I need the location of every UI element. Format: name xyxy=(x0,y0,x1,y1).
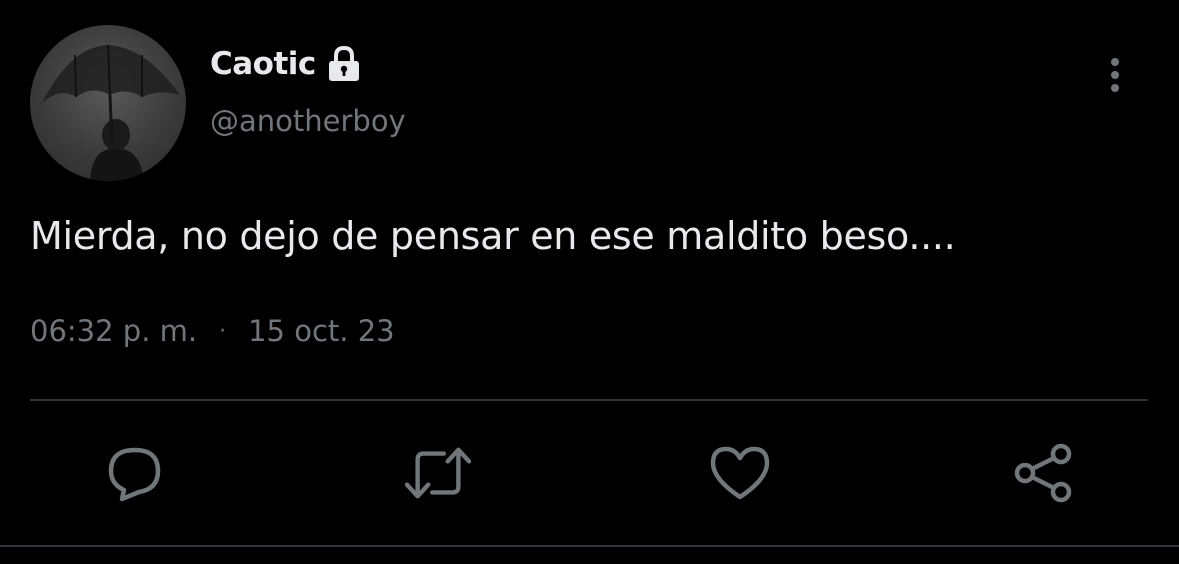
lock-icon xyxy=(324,45,364,83)
heart-icon xyxy=(710,446,770,500)
reply-icon xyxy=(108,447,161,502)
name-row: Caotic xyxy=(210,42,364,86)
display-name[interactable]: Caotic xyxy=(210,46,316,82)
retweet-button[interactable] xyxy=(405,440,471,506)
like-button[interactable] xyxy=(707,440,773,506)
tweet-timestamp: 06:32 p. m. · 15 oct. 23 xyxy=(30,314,395,348)
bottom-divider xyxy=(0,545,1179,547)
tweet-text: Mierda, no dejo de pensar en ese maldito… xyxy=(30,214,956,258)
tweet-time[interactable]: 06:32 p. m. xyxy=(30,314,197,348)
more-options-icon[interactable] xyxy=(1100,54,1130,98)
tweet-date[interactable]: 15 oct. 23 xyxy=(248,314,395,348)
avatar[interactable] xyxy=(30,25,186,181)
reply-button[interactable] xyxy=(102,440,168,506)
divider xyxy=(30,399,1148,401)
username-handle[interactable]: @anotherboy xyxy=(210,104,406,138)
retweet-icon xyxy=(405,447,471,499)
avatar-umbrella-image xyxy=(42,44,180,181)
share-button[interactable] xyxy=(1010,440,1076,506)
meta-separator: · xyxy=(219,318,227,344)
tweet: Caotic @anotherboy Mierda, no dejo de pe… xyxy=(0,0,1179,564)
share-icon xyxy=(1014,443,1072,503)
